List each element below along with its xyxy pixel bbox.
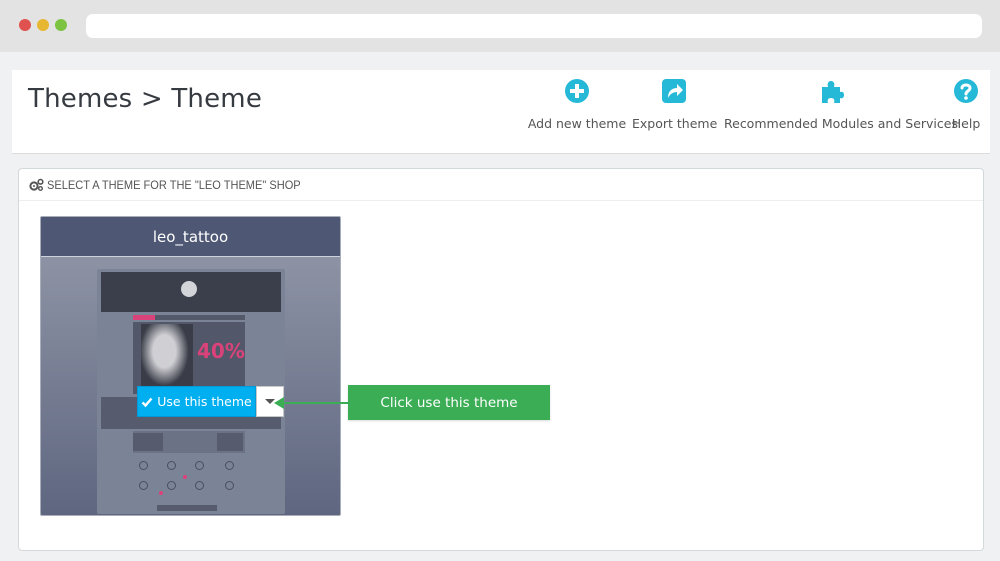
window-maximize-dot[interactable] — [55, 19, 67, 31]
share-icon — [662, 79, 686, 103]
theme-selection-panel: SELECT A THEME FOR THE "LEO THEME" SHOP … — [18, 168, 984, 551]
theme-preview: 40% Use this theme — [41, 257, 340, 515]
window-minimize-dot[interactable] — [37, 19, 49, 31]
add-new-theme-button[interactable]: Add new theme — [527, 78, 627, 131]
theme-name: leo_tattoo — [41, 217, 340, 257]
preview-sale-text: 40% — [197, 339, 245, 363]
address-bar[interactable] — [86, 14, 982, 38]
browser-chrome — [0, 0, 1000, 52]
panel-heading-text: SELECT A THEME FOR THE "LEO THEME" SHOP — [47, 177, 301, 192]
annotation-arrow — [274, 397, 348, 409]
window-close-dot[interactable] — [19, 19, 31, 31]
use-this-theme-label: Use this theme — [157, 394, 252, 409]
add-new-theme-label: Add new theme — [527, 116, 627, 131]
annotation-callout: Click use this theme — [348, 385, 550, 420]
check-icon — [141, 397, 153, 407]
cogs-icon — [29, 178, 44, 191]
panel-heading: SELECT A THEME FOR THE "LEO THEME" SHOP — [19, 169, 983, 201]
theme-card: leo_tattoo 40% Use this theme — [40, 216, 341, 516]
page-content: Themes > Theme Add new theme Export them… — [0, 52, 1000, 561]
puzzle-icon — [822, 81, 844, 103]
question-circle-icon — [954, 79, 978, 103]
help-label: Help — [951, 116, 981, 131]
use-this-theme-button[interactable]: Use this theme — [137, 386, 256, 417]
recommended-modules-button[interactable]: Recommended Modules and Services — [724, 78, 958, 131]
plus-circle-icon — [565, 79, 589, 103]
export-theme-label: Export theme — [632, 116, 718, 131]
help-button[interactable]: Help — [948, 78, 984, 131]
page-title: Themes > Theme — [28, 84, 263, 114]
export-theme-button[interactable]: Export theme — [632, 78, 718, 131]
recommended-modules-label: Recommended Modules and Services — [724, 116, 958, 131]
page-header: Themes > Theme Add new theme Export them… — [12, 70, 990, 154]
